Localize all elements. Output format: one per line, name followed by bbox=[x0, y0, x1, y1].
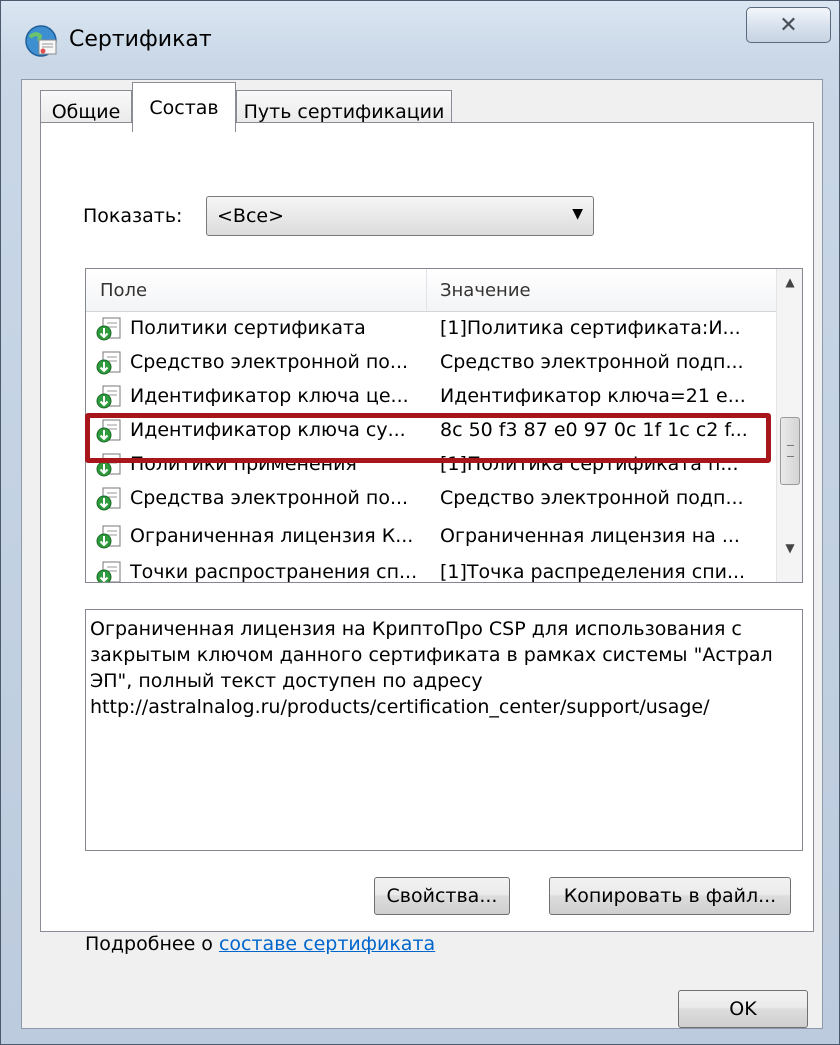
field-name: Ограниченная лицензия К... bbox=[130, 525, 414, 547]
title-bar: Сертификат ✕ bbox=[1, 1, 839, 79]
column-header-value[interactable]: Значение bbox=[440, 280, 531, 301]
vertical-scrollbar[interactable]: ▲ ▼ bbox=[776, 269, 802, 582]
tab-details[interactable]: Состав bbox=[132, 82, 236, 132]
certificate-details-link[interactable]: составе сертификата bbox=[219, 933, 435, 955]
column-separator[interactable] bbox=[426, 269, 427, 311]
table-row[interactable]: Средство электронной по... Средство элек… bbox=[86, 347, 776, 381]
certificate-icon bbox=[25, 25, 57, 57]
certificate-field-icon bbox=[96, 487, 121, 511]
column-header-field[interactable]: Поле bbox=[100, 280, 147, 301]
certificate-field-icon bbox=[96, 561, 121, 582]
table-row[interactable]: Политики сертификата [1]Политика сертифи… bbox=[86, 313, 776, 347]
show-select-value: <Все> bbox=[217, 205, 285, 227]
close-button[interactable]: ✕ bbox=[746, 7, 831, 43]
field-name: Средство электронной по... bbox=[130, 351, 409, 373]
copy-to-file-button[interactable]: Копировать в файл... bbox=[549, 877, 791, 915]
tab-label: Состав bbox=[149, 96, 219, 119]
ok-button[interactable]: OK bbox=[678, 990, 808, 1028]
certificate-field-icon bbox=[96, 351, 121, 375]
show-label: Показать: bbox=[83, 205, 183, 227]
details-panel: Показать: <Все> ▼ Поле Значение Политики… bbox=[40, 122, 814, 955]
scroll-thumb[interactable] bbox=[780, 417, 800, 485]
scroll-down-button[interactable]: ▼ bbox=[777, 535, 802, 561]
field-value: Ограниченная лицензия на ... bbox=[440, 525, 740, 547]
window-title: Сертификат bbox=[69, 27, 212, 52]
scroll-up-button[interactable]: ▲ bbox=[777, 269, 802, 295]
selected-row-highlight bbox=[85, 413, 771, 463]
table-row[interactable]: Ограниченная лицензия К... Ограниченная … bbox=[86, 521, 776, 555]
chevron-up-icon: ▲ bbox=[785, 275, 795, 289]
certificate-field-icon bbox=[96, 385, 121, 409]
list-header: Поле Значение bbox=[86, 269, 776, 312]
tab-label: Общие bbox=[51, 100, 121, 123]
field-value: Средство электронной подп... bbox=[440, 487, 744, 509]
field-name: Средства электронной по... bbox=[130, 487, 409, 509]
show-select[interactable]: <Все> ▼ bbox=[206, 196, 594, 236]
chevron-down-icon: ▼ bbox=[572, 206, 583, 222]
more-info: Подробнее о составе сертификата bbox=[85, 933, 435, 955]
field-value: Средство электронной подп... bbox=[440, 351, 744, 373]
certificate-field-icon bbox=[96, 317, 121, 341]
dialog-client-area: Общие Состав Путь сертификации Показать:… bbox=[21, 79, 823, 1029]
field-name: Идентификатор ключа це... bbox=[130, 385, 409, 407]
tab-label: Путь сертификации bbox=[243, 100, 445, 123]
certificate-field-icon bbox=[96, 525, 121, 549]
chevron-down-icon: ▼ bbox=[785, 541, 795, 555]
field-name: Политики сертификата bbox=[130, 317, 366, 339]
field-value-detail[interactable]: Ограниченная лицензия на КриптоПро CSP д… bbox=[85, 609, 803, 851]
field-value: Идентификатор ключа=21 e... bbox=[440, 385, 746, 407]
field-value: [1]Точка распределения спи... bbox=[440, 561, 746, 583]
properties-button[interactable]: Свойства... bbox=[374, 877, 510, 915]
field-name: Точки распространения сп... bbox=[130, 561, 418, 583]
field-value: [1]Политика сертификата:И... bbox=[440, 317, 741, 339]
more-info-prefix: Подробнее о bbox=[85, 933, 219, 955]
table-row[interactable]: Точки распространения сп... [1]Точка рас… bbox=[86, 557, 776, 583]
grip-icon bbox=[787, 445, 794, 457]
table-row[interactable]: Идентификатор ключа це... Идентификатор … bbox=[86, 381, 776, 415]
certificate-dialog: Сертификат ✕ Общие Состав Путь сертифика… bbox=[0, 0, 840, 1045]
table-row[interactable]: Средства электронной по... Средство элек… bbox=[86, 483, 776, 517]
close-icon: ✕ bbox=[779, 12, 798, 38]
